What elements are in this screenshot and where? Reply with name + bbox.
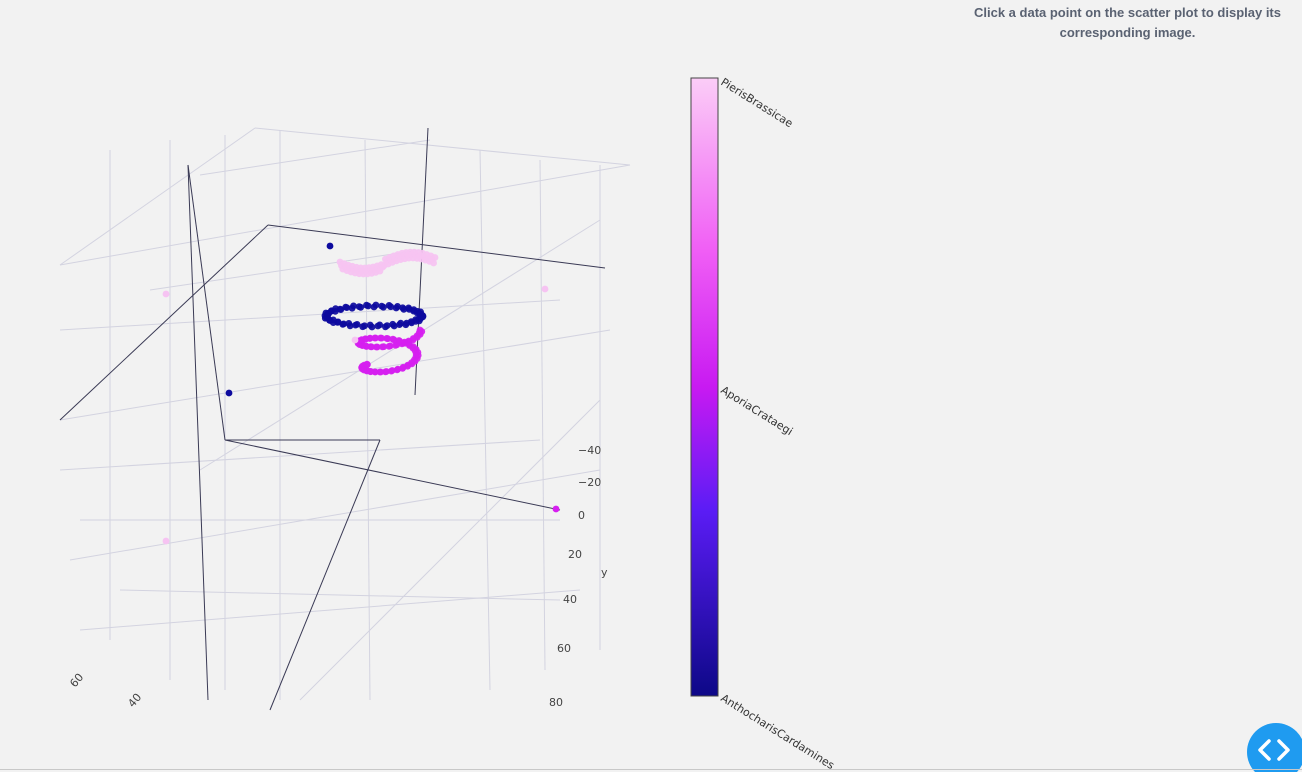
divider <box>0 769 1302 770</box>
colorbar-gradient <box>690 77 719 697</box>
y-tick-label: 0 <box>578 509 585 522</box>
x-tick-label: 60 <box>67 671 86 690</box>
data-point[interactable] <box>326 242 334 250</box>
colorbar-label: AnthocharisCardamines <box>718 692 836 772</box>
grid-line <box>69 469 601 561</box>
grid-line <box>364 139 371 701</box>
grid-line <box>79 589 581 631</box>
data-point[interactable] <box>374 322 382 330</box>
grid-lines <box>59 127 631 701</box>
data-point[interactable] <box>363 360 371 368</box>
axis-line <box>224 439 561 511</box>
data-point[interactable] <box>351 336 359 344</box>
data-point[interactable] <box>162 290 170 298</box>
axis-line <box>269 439 381 711</box>
axis-ticks: −40 −20 0 20 40 60 80 y 60 40 <box>67 444 608 710</box>
instruction-text: Click a data point on the scatter plot t… <box>974 5 1281 40</box>
y-axis-label: y <box>601 566 608 579</box>
grid-line <box>59 164 631 266</box>
grid-line <box>59 439 541 471</box>
grid-line <box>59 329 611 421</box>
data-point[interactable] <box>366 321 374 329</box>
y-tick-label: 60 <box>557 642 571 655</box>
axis-lines <box>59 127 606 711</box>
data-point[interactable] <box>162 537 170 545</box>
data-point[interactable] <box>541 285 549 293</box>
grid-line <box>199 139 431 176</box>
grid-line <box>59 299 561 331</box>
y-tick-label: 40 <box>563 593 577 606</box>
grid-line <box>59 127 256 266</box>
data-point[interactable] <box>372 301 380 309</box>
data-point[interactable] <box>357 303 365 311</box>
data-point[interactable] <box>225 389 233 397</box>
code-brackets-icon <box>1258 739 1290 761</box>
colorbar-label: AporiaCrataegi <box>718 384 795 439</box>
grid-line <box>299 399 601 701</box>
colorbar: AnthocharisCardamines AporiaCrataegi Pieri… <box>690 76 837 772</box>
grid-line <box>119 589 561 601</box>
data-point[interactable] <box>552 505 560 513</box>
data-point[interactable] <box>431 254 439 261</box>
data-point[interactable] <box>419 312 427 320</box>
data-point[interactable] <box>364 302 372 310</box>
axis-line <box>187 164 209 701</box>
y-tick-label: 80 <box>549 696 563 709</box>
grid-line <box>479 149 491 691</box>
y-tick-label: −40 <box>578 444 601 457</box>
x-tick-label: 40 <box>125 691 144 710</box>
code-toggle-button[interactable] <box>1247 723 1302 772</box>
grid-line <box>254 127 631 166</box>
scatter-3d-plot[interactable]: −40 −20 0 20 40 60 80 y 60 40 AnthocharisCardamin… <box>0 0 940 772</box>
colorbar-label: PierisBrassicae <box>718 76 795 131</box>
y-tick-label: 20 <box>568 548 582 561</box>
app-window: −40 −20 0 20 40 60 80 y 60 40 AnthocharisCardamin… <box>0 0 1302 772</box>
y-tick-label: −20 <box>578 476 601 489</box>
